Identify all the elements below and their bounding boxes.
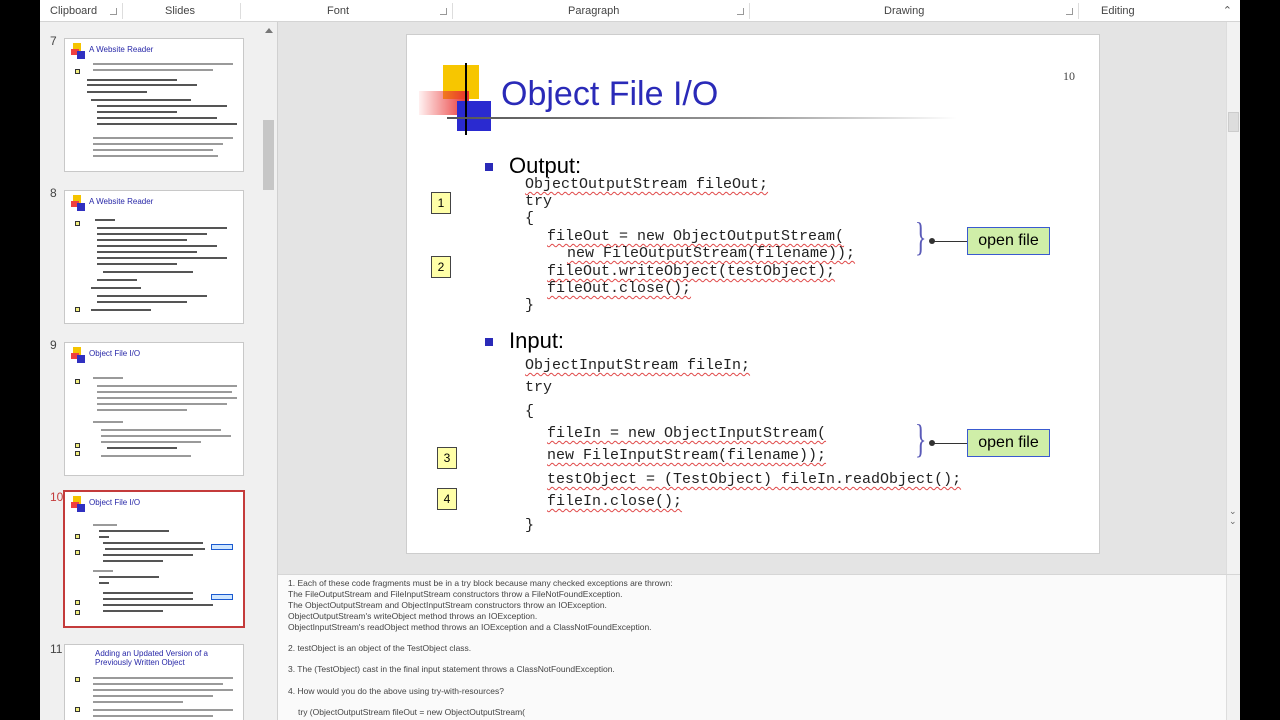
bullet-icon — [485, 338, 493, 346]
thumbnail-title: Object File I/O — [89, 498, 141, 507]
ribbon-group-drawing: Drawing — [884, 5, 925, 17]
slide-logo-icon — [71, 496, 85, 512]
code-line[interactable]: ObjectInputStream fileIn; — [525, 357, 750, 374]
input-heading[interactable]: Input: — [509, 328, 564, 354]
ribbon-separator — [749, 3, 750, 19]
code-line[interactable]: } — [525, 517, 534, 534]
code-line[interactable]: testObject = (TestObject) fileIn.readObj… — [547, 471, 961, 488]
note-line[interactable]: 4. How would you do the above using try-… — [288, 686, 504, 696]
scrollbar-thumb[interactable] — [263, 120, 274, 190]
ribbon-group-font: Font — [327, 5, 350, 17]
marker-4[interactable]: 4 — [437, 488, 457, 510]
ribbon-group-slides: Slides — [165, 5, 195, 17]
ribbon-separator — [122, 3, 123, 19]
thumbnail-title: A Website Reader — [89, 45, 154, 54]
thumbnail-number: 8 — [50, 186, 57, 200]
code-line[interactable]: fileOut = new ObjectOutputStream( — [547, 228, 844, 245]
slide-editing-area[interactable]: Object File I/O 10 Output: ObjectOutputS… — [278, 22, 1240, 574]
brace-icon: } — [914, 214, 927, 259]
code-line[interactable]: } — [525, 297, 534, 314]
editor-scrollbar[interactable]: ⌄ ⌄ — [1226, 22, 1240, 574]
slide-thumbnail-8[interactable]: A Website Reader — [64, 190, 244, 324]
note-line[interactable]: 2. testObject is an object of the TestOb… — [288, 643, 471, 653]
thumbnail-title: Object File I/O — [89, 349, 141, 358]
marker-1[interactable]: 1 — [431, 192, 451, 214]
code-line[interactable]: try — [525, 379, 552, 396]
callout-arrow — [929, 440, 967, 446]
ribbon-group-clipboard: Clipboard — [50, 5, 98, 17]
thumbnail-number: 11 — [50, 642, 63, 656]
code-line[interactable]: fileIn = new ObjectInputStream( — [547, 425, 826, 442]
note-line[interactable]: ObjectOutputStream's writeObject method … — [288, 611, 537, 621]
slide-logo-icon — [419, 63, 499, 135]
brace-icon: } — [914, 416, 927, 461]
ribbon-separator — [1078, 3, 1079, 19]
next-slide-icon[interactable]: ⌄ ⌄ — [1229, 506, 1237, 526]
font-launcher-icon[interactable] — [440, 8, 447, 15]
thumbnail-number: 7 — [50, 34, 57, 48]
code-line[interactable]: fileOut.writeObject(testObject); — [547, 263, 835, 280]
note-line[interactable]: try (ObjectOutputStream fileOut = new Ob… — [298, 707, 525, 717]
note-line[interactable]: The FileOutputStream and FileInputStream… — [288, 589, 623, 599]
thumbnail-number: 9 — [50, 338, 57, 352]
bullet-icon — [485, 163, 493, 171]
code-line[interactable]: new FileOutputStream(filename)); — [567, 245, 855, 262]
note-line[interactable]: 3. The (TestObject) cast in the final in… — [288, 664, 615, 674]
ribbon-separator — [452, 3, 453, 19]
code-line[interactable]: { — [525, 210, 534, 227]
code-line[interactable]: ObjectOutputStream fileOut; — [525, 176, 768, 193]
ribbon-separator — [240, 3, 241, 19]
open-file-callout[interactable]: open file — [967, 227, 1050, 255]
collapse-ribbon-icon[interactable]: ⌃ — [1223, 4, 1232, 17]
paragraph-launcher-icon[interactable] — [737, 8, 744, 15]
code-line[interactable]: fileIn.close(); — [547, 493, 682, 510]
slide-logo-icon — [71, 43, 85, 59]
slide-logo-icon — [71, 347, 85, 363]
slide-logo-icon — [71, 195, 85, 211]
scrollbar-thumb[interactable] — [1228, 112, 1239, 132]
note-line[interactable]: The ObjectOutputStream and ObjectInputSt… — [288, 600, 607, 610]
thumbnail-title: A Website Reader — [89, 197, 154, 206]
callout-arrow — [929, 238, 967, 244]
notes-pane[interactable]: 1. Each of these code fragments must be … — [278, 574, 1240, 720]
clipboard-launcher-icon[interactable] — [110, 8, 117, 15]
ribbon-group-editing: Editing — [1101, 5, 1135, 17]
thumbnail-title: Adding an Updated Version of a Previousl… — [95, 649, 208, 667]
thumbnail-scrollbar[interactable] — [263, 24, 276, 720]
thumbnail-number: 10 — [50, 490, 64, 504]
ribbon-group-paragraph: Paragraph — [568, 5, 620, 17]
slide-thumbnail-9[interactable]: Object File I/O — [64, 342, 244, 476]
drawing-launcher-icon[interactable] — [1066, 8, 1073, 15]
note-line[interactable]: ObjectInputStream's readObject method th… — [288, 622, 652, 632]
code-line[interactable]: fileOut.close(); — [547, 280, 691, 297]
scroll-up-icon[interactable] — [265, 28, 273, 33]
marker-3[interactable]: 3 — [437, 447, 457, 469]
slide-title[interactable]: Object File I/O — [501, 75, 718, 114]
code-line[interactable]: { — [525, 403, 534, 420]
note-line[interactable]: 1. Each of these code fragments must be … — [288, 578, 673, 588]
current-slide[interactable]: Object File I/O 10 Output: ObjectOutputS… — [406, 34, 1100, 554]
slide-thumbnail-10[interactable]: Object File I/O — [63, 490, 245, 628]
ribbon-group-labels: Clipboard Slides Font Paragraph Drawing … — [40, 0, 1240, 22]
notes-scrollbar[interactable] — [1226, 575, 1240, 720]
code-line[interactable]: new FileInputStream(filename)); — [547, 447, 826, 464]
code-line[interactable]: try — [525, 193, 552, 210]
title-underline — [447, 117, 957, 119]
slide-thumbnail-pane[interactable]: 7 A Website Reader 8 A Website Reader 9 … — [40, 22, 278, 720]
slide-thumbnail-7[interactable]: A Website Reader — [64, 38, 244, 172]
open-file-callout[interactable]: open file — [967, 429, 1050, 457]
marker-2[interactable]: 2 — [431, 256, 451, 278]
slide-number: 10 — [1063, 69, 1075, 83]
slide-thumbnail-11[interactable]: Adding an Updated Version of a Previousl… — [64, 644, 244, 720]
